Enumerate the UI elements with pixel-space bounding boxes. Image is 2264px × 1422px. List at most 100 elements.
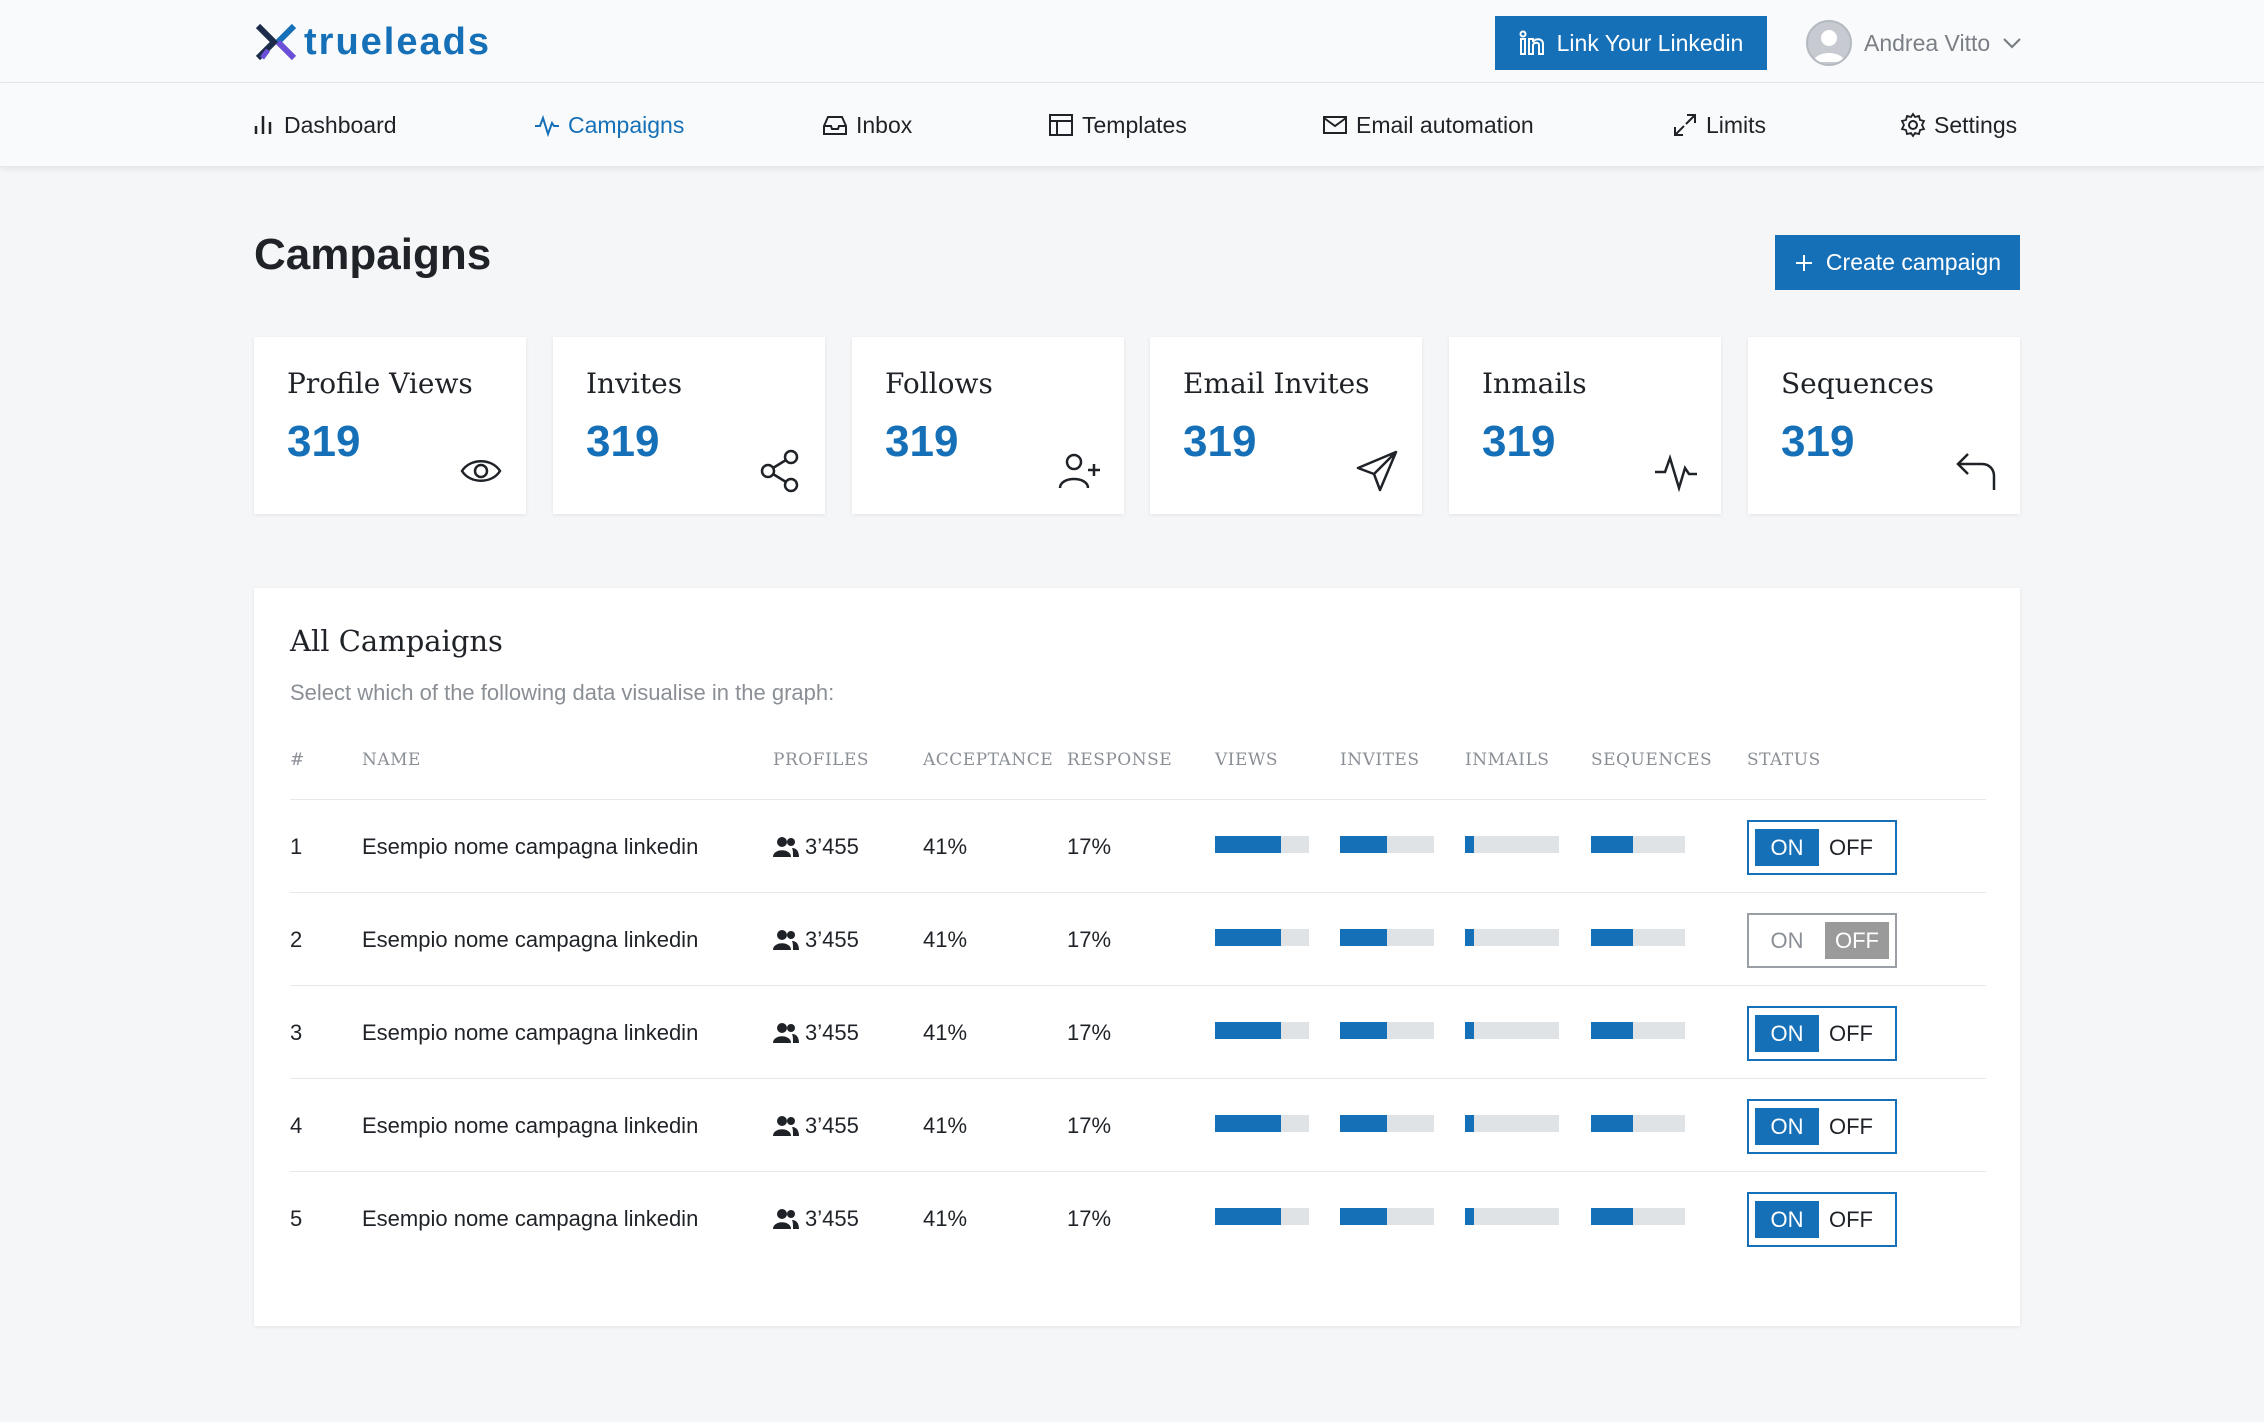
response-value: 17% [1067, 1019, 1112, 1045]
toggle-off-option[interactable]: OFF [1819, 1108, 1883, 1145]
status-toggle[interactable]: ON OFF [1747, 1006, 1897, 1061]
avatar [1806, 20, 1852, 66]
sequences-progress-fill [1591, 1208, 1634, 1225]
nav-campaigns-label: Campaigns [568, 111, 685, 138]
mail-icon [1323, 116, 1347, 134]
invites-progress-fill [1340, 836, 1387, 853]
nav-inbox-label: Inbox [856, 111, 913, 138]
status-toggle[interactable]: ON OFF [1747, 1099, 1897, 1154]
column-header-views: VIEWS [1215, 750, 1279, 770]
views-progress-fill [1215, 1208, 1281, 1225]
views-progress-fill [1215, 1115, 1281, 1132]
sequences-progress-bar [1591, 1115, 1685, 1132]
invites-progress-fill [1340, 1022, 1387, 1039]
user-menu[interactable]: Andrea Vitto [1806, 20, 2022, 66]
acceptance-value: 41% [923, 1112, 968, 1138]
toggle-on-option[interactable]: ON [1755, 1015, 1819, 1052]
toggle-off-option[interactable]: OFF [1825, 922, 1889, 959]
panel-subtitle: Select which of the following data visua… [290, 680, 835, 705]
table-row[interactable]: 4 Esempio nome campagna linkedin 3’455 41% 1… [290, 1078, 1986, 1171]
toggle-on-option[interactable]: ON [1755, 1201, 1819, 1238]
create-campaign-label: Create campaign [1825, 249, 2002, 275]
profiles-cell: 3’455 [773, 1172, 859, 1265]
toggle-on-option[interactable]: ON [1755, 922, 1819, 959]
response-value: 17% [1067, 1112, 1112, 1138]
logo[interactable]: trueleads [254, 20, 491, 64]
table-row[interactable]: 1 Esempio nome campagna linkedin 3’455 41% 1… [290, 799, 1986, 892]
views-progress-bar [1215, 929, 1309, 946]
activity-icon [1655, 453, 1697, 493]
table-row[interactable]: 5 Esempio nome campagna linkedin 3’455 41% 1… [290, 1171, 1986, 1264]
stat-card-email-invites: Email Invites 319 [1150, 337, 1422, 514]
plus-icon [1795, 254, 1812, 271]
nav-email-automation[interactable]: Email automation [1322, 109, 1534, 141]
inmails-progress-bar [1465, 1022, 1559, 1039]
campaign-name[interactable]: Esempio nome campagna linkedin [362, 986, 698, 1079]
campaign-name[interactable]: Esempio nome campagna linkedin [362, 1079, 698, 1172]
campaign-name[interactable]: Esempio nome campagna linkedin [362, 1172, 698, 1265]
eye-icon [460, 460, 502, 482]
nav-inbox[interactable]: Inbox [822, 109, 912, 141]
profiles-cell: 3’455 [773, 800, 859, 893]
sequences-progress-bar [1591, 1022, 1685, 1039]
row-number: 1 [290, 833, 303, 859]
profiles-value: 3’455 [805, 1112, 859, 1138]
stat-label: Email Invites [1183, 367, 1370, 400]
invites-progress-bar [1340, 929, 1434, 946]
inmails-progress-bar [1465, 929, 1559, 946]
nav-settings[interactable]: Settings [1900, 109, 2017, 141]
main-nav: Dashboard Campaigns Inbox Templates Emai… [0, 83, 2264, 167]
response-value: 17% [1067, 1205, 1112, 1231]
sequences-progress-bar [1591, 929, 1685, 946]
nav-templates[interactable]: Templates [1048, 109, 1187, 141]
table-row[interactable]: 2 Esempio nome campagna linkedin 3’455 41% 1… [290, 892, 1986, 985]
row-number: 2 [290, 926, 303, 952]
create-campaign-button[interactable]: Create campaign [1775, 235, 2020, 290]
link-linkedin-button[interactable]: Link Your Linkedin [1495, 16, 1767, 70]
status-toggle[interactable]: ON OFF [1747, 913, 1897, 968]
logo-mark-icon [255, 23, 297, 61]
campaign-name[interactable]: Esempio nome campagna linkedin [362, 800, 698, 893]
column-header-profiles: PROFILES [773, 750, 870, 770]
all-campaigns-panel: All Campaigns Select which of the follow… [254, 588, 2020, 1326]
status-toggle[interactable]: ON OFF [1747, 820, 1897, 875]
bar-chart-icon [254, 116, 272, 134]
acceptance-value: 41% [923, 1019, 968, 1045]
layout-icon [1049, 114, 1073, 136]
acceptance-value: 41% [923, 833, 968, 859]
stat-label: Invites [586, 367, 683, 400]
campaign-name[interactable]: Esempio nome campagna linkedin [362, 893, 698, 986]
views-progress-fill [1215, 836, 1281, 853]
nav-limits[interactable]: Limits [1672, 109, 1766, 141]
profiles-cell: 3’455 [773, 1079, 859, 1172]
toggle-on-option[interactable]: ON [1755, 1108, 1819, 1145]
status-toggle[interactable]: ON OFF [1747, 1192, 1897, 1247]
toggle-on-option[interactable]: ON [1755, 829, 1819, 866]
row-number: 3 [290, 1019, 303, 1045]
page-title: Campaigns [254, 230, 492, 279]
table-row[interactable]: 3 Esempio nome campagna linkedin 3’455 41% 1… [290, 985, 1986, 1078]
toggle-off-option[interactable]: OFF [1819, 1201, 1883, 1238]
column-header-name: NAME [362, 750, 421, 770]
corner-up-left-icon [1956, 453, 1996, 490]
nav-campaigns[interactable]: Campaigns [534, 109, 684, 141]
inmails-progress-bar [1465, 836, 1559, 853]
profiles-value: 3’455 [805, 926, 859, 952]
stat-label: Profile Views [287, 367, 473, 400]
top-bar: trueleads Link Your Linkedin Andrea Vitt… [0, 0, 2264, 83]
invites-progress-bar [1340, 1208, 1434, 1225]
row-number: 4 [290, 1112, 303, 1138]
column-header-sequences: SEQUENCES [1591, 750, 1713, 770]
nav-dashboard[interactable]: Dashboard [250, 109, 397, 141]
toggle-off-option[interactable]: OFF [1819, 1015, 1883, 1052]
response-value: 17% [1067, 926, 1112, 952]
stat-label: Inmails [1482, 367, 1587, 400]
acceptance-value: 41% [923, 1205, 968, 1231]
linkedin-icon [1519, 30, 1544, 55]
views-progress-fill [1215, 929, 1281, 946]
inmails-progress-fill [1465, 1208, 1475, 1225]
column-header-acceptance: ACCEPTANCE [923, 750, 1054, 770]
users-icon [773, 836, 799, 857]
stat-label: Sequences [1781, 367, 1934, 400]
toggle-off-option[interactable]: OFF [1819, 829, 1883, 866]
